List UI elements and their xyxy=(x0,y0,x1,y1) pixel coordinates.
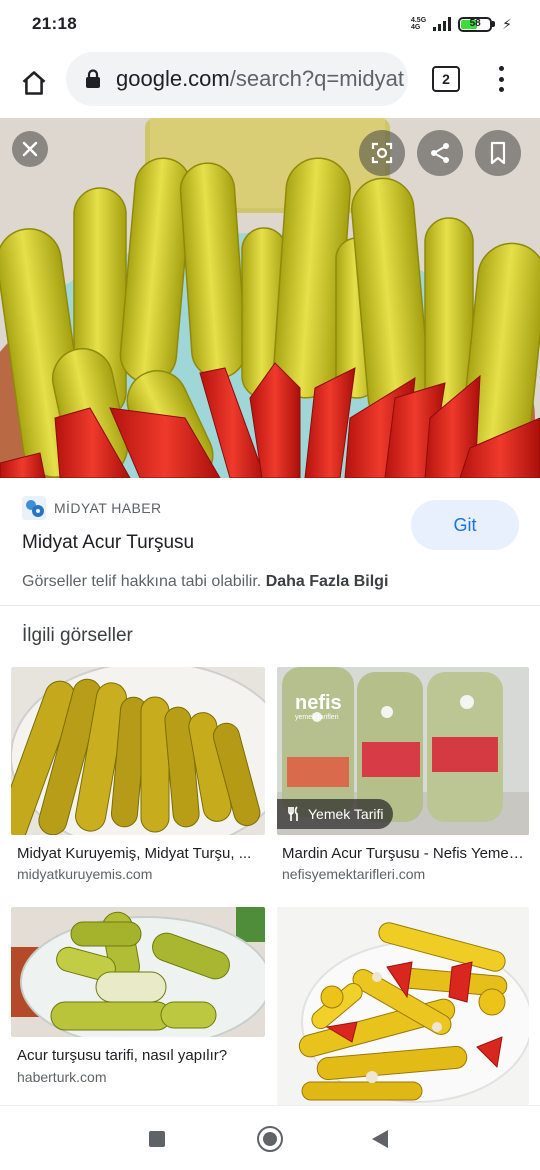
related-title-3[interactable]: Acur turşusu tarifi, nasıl yapılır? xyxy=(17,1047,261,1064)
related-thumb-2[interactable]: nefis yemek tarifleri Yemek Tarifi xyxy=(277,667,529,835)
lens-button[interactable] xyxy=(359,130,405,176)
source-name: MİDYAT HABER xyxy=(54,500,162,516)
related-title-1[interactable]: Midyat Kuruyemiş, Midyat Turşu, ... xyxy=(17,845,261,862)
battery-icon: 58 xyxy=(458,16,496,32)
url-text: google.com/search?q=midyat xyxy=(116,66,404,92)
related-thumb-1[interactable] xyxy=(11,667,265,835)
network-type: 4.5G 4G xyxy=(411,17,426,31)
home-circle-icon[interactable] xyxy=(257,1126,283,1152)
nefis-logo-sub: yemek tarifleri xyxy=(295,714,339,721)
browser-toolbar: google.com/search?q=midyat 2 xyxy=(0,48,540,118)
pickle-photo xyxy=(0,118,540,478)
close-button[interactable] xyxy=(12,131,48,167)
related-heading: İlgili görseller xyxy=(22,625,133,646)
lens-icon xyxy=(371,142,393,164)
signal-icon xyxy=(433,17,452,31)
related-title-2[interactable]: Mardin Acur Turşusu - Nefis Yemek ... xyxy=(282,845,526,862)
share-button[interactable] xyxy=(417,130,463,176)
back-icon[interactable] xyxy=(372,1130,388,1148)
address-bar[interactable]: google.com/search?q=midyat xyxy=(66,52,408,106)
related-domain-1: midyatkuruyemis.com xyxy=(17,866,153,882)
related-domain-3: haberturk.com xyxy=(17,1069,107,1085)
bolt-icon: ⚡︎ xyxy=(502,15,512,32)
url-path: /search?q=midyat xyxy=(229,66,405,91)
related-domain-2: nefisyemektarifleri.com xyxy=(282,866,426,882)
visit-button[interactable]: Git xyxy=(411,500,519,550)
network-type-top: 4.5G xyxy=(410,17,427,24)
home-icon xyxy=(22,71,46,95)
home-button[interactable] xyxy=(14,63,54,103)
hero-image[interactable] xyxy=(0,118,540,478)
bookmark-button[interactable] xyxy=(475,130,521,176)
network-type-bottom: 4G xyxy=(410,24,421,31)
tab-switcher-button[interactable]: 2 xyxy=(432,66,460,92)
recents-icon[interactable] xyxy=(149,1131,165,1147)
source-panel: MİDYAT HABER Midyat Acur Turşusu Git Gör… xyxy=(0,478,540,606)
close-icon xyxy=(22,141,38,157)
copyright-notice: Görseller telif hakkına tabi olabilir. D… xyxy=(22,573,388,591)
related-thumb-4[interactable] xyxy=(277,907,529,1105)
share-icon xyxy=(431,143,449,163)
status-bar: 21:18 4.5G 4G 58 ⚡︎ xyxy=(0,0,540,48)
battery-level: 58 xyxy=(469,17,481,29)
more-vert-icon[interactable] xyxy=(488,62,514,96)
lock-icon xyxy=(86,69,100,88)
source-title[interactable]: Midyat Acur Turşusu xyxy=(22,532,194,554)
restaurant-icon xyxy=(288,806,298,821)
url-host: google.com xyxy=(116,66,230,91)
status-time: 21:18 xyxy=(32,14,77,33)
learn-more-link[interactable]: Daha Fazla Bilgi xyxy=(266,573,389,590)
source-logo xyxy=(22,496,46,520)
related-thumb-3[interactable] xyxy=(11,907,265,1037)
system-nav-bar xyxy=(0,1105,540,1170)
copyright-text: Görseller telif hakkına tabi olabilir. xyxy=(22,573,262,590)
recipe-badge-label: Yemek Tarifi xyxy=(308,806,384,822)
status-indicators: 4.5G 4G 58 ⚡︎ xyxy=(411,16,512,33)
bookmark-icon xyxy=(490,141,506,165)
nefis-logo: nefis xyxy=(295,692,342,714)
recipe-badge: Yemek Tarifi xyxy=(277,799,394,829)
